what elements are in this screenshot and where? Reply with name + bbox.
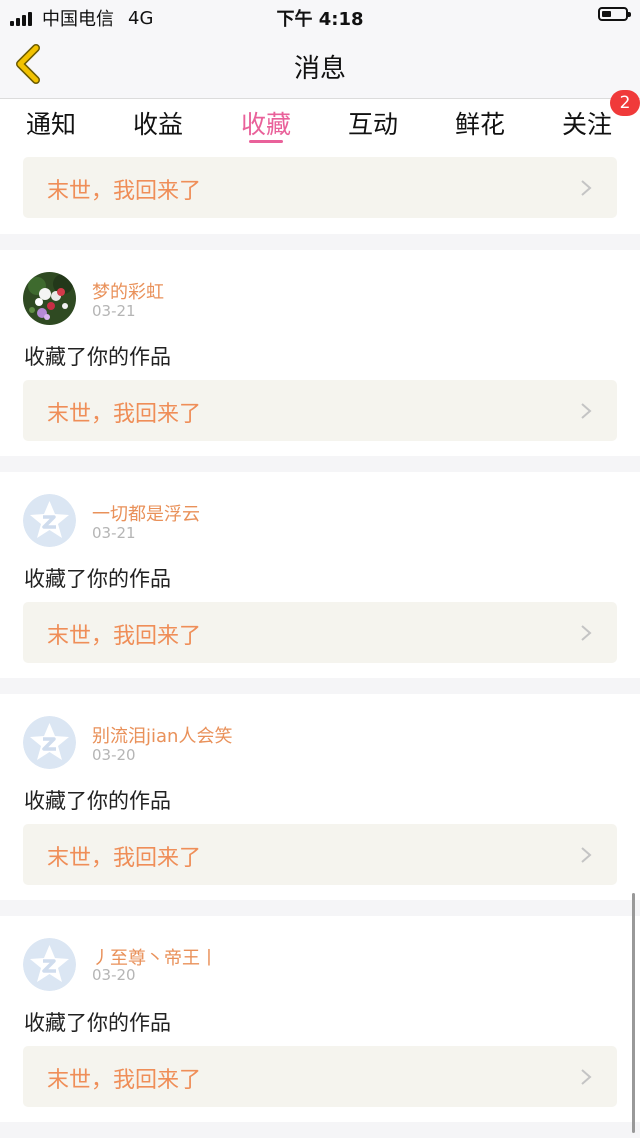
date: 03-20 <box>92 966 136 984</box>
list-item: 末世，我回来了 <box>0 149 640 234</box>
action-text: 收藏了你的作品 <box>24 1011 171 1035</box>
work-title: 末世，我回来了 <box>47 402 202 427</box>
status-time: 下午 4:18 <box>276 9 364 30</box>
work-title: 末世，我回来了 <box>47 1068 202 1093</box>
follow-badge: 2 <box>610 90 640 116</box>
username[interactable]: 别流泪jian人会笑 <box>92 722 232 748</box>
tab-interaction[interactable]: 互动 <box>333 105 413 141</box>
battery-icon <box>598 7 631 21</box>
work-link[interactable]: 末世，我回来了 <box>23 380 617 441</box>
chevron-right-icon <box>581 180 592 196</box>
work-link[interactable]: 末世，我回来了 <box>23 602 617 663</box>
list-item: 一切都是浮云 03-21 收藏了你的作品 末世，我回来了 <box>0 472 640 678</box>
avatar[interactable] <box>23 938 76 991</box>
username[interactable]: 梦的彩虹 <box>92 278 164 304</box>
tab-notice[interactable]: 通知 <box>11 105 91 141</box>
tab-bar: 通知 收益 收藏 互动 鲜花 关注 <box>0 99 640 149</box>
chevron-right-icon <box>581 403 592 419</box>
work-title: 末世，我回来了 <box>47 179 202 204</box>
chevron-right-icon <box>581 1069 592 1085</box>
flower-photo-avatar <box>23 272 76 325</box>
chevron-right-icon <box>581 847 592 863</box>
avatar[interactable] <box>23 272 76 325</box>
avatar[interactable] <box>23 494 76 547</box>
list-item: 丿至尊丶帝王丨 03-20 收藏了你的作品 末世，我回来了 <box>0 916 640 1122</box>
status-bar: 中国电信 4G 下午 4:18 <box>0 0 640 32</box>
default-star-avatar <box>23 716 76 769</box>
work-link[interactable]: 末世，我回来了 <box>23 824 617 885</box>
work-title: 末世，我回来了 <box>47 846 202 871</box>
chevron-right-icon <box>581 625 592 641</box>
username[interactable]: 一切都是浮云 <box>92 500 200 526</box>
nav-bar: 消息 <box>0 32 640 99</box>
tab-flowers[interactable]: 鲜花 <box>440 105 520 141</box>
work-link[interactable]: 末世，我回来了 <box>23 157 617 218</box>
date: 03-21 <box>92 524 136 542</box>
default-star-avatar <box>23 938 76 991</box>
avatar[interactable] <box>23 716 76 769</box>
list-item: 梦的彩虹 03-21 收藏了你的作品 末世，我回来了 <box>0 250 640 456</box>
tab-earnings[interactable]: 收益 <box>118 105 198 141</box>
tab-favorites[interactable]: 收藏 <box>226 105 306 141</box>
action-text: 收藏了你的作品 <box>24 345 171 369</box>
action-text: 收藏了你的作品 <box>24 789 171 813</box>
page-title: 消息 <box>293 54 346 84</box>
date: 03-21 <box>92 302 136 320</box>
work-link[interactable]: 末世，我回来了 <box>23 1046 617 1107</box>
scrollbar[interactable] <box>632 893 635 1133</box>
work-title: 末世，我回来了 <box>47 624 202 649</box>
date: 03-20 <box>92 746 136 764</box>
active-tab-indicator <box>249 140 283 143</box>
list-item: 别流泪jian人会笑 03-20 收藏了你的作品 末世，我回来了 <box>0 694 640 900</box>
default-star-avatar <box>23 494 76 547</box>
action-text: 收藏了你的作品 <box>24 567 171 591</box>
